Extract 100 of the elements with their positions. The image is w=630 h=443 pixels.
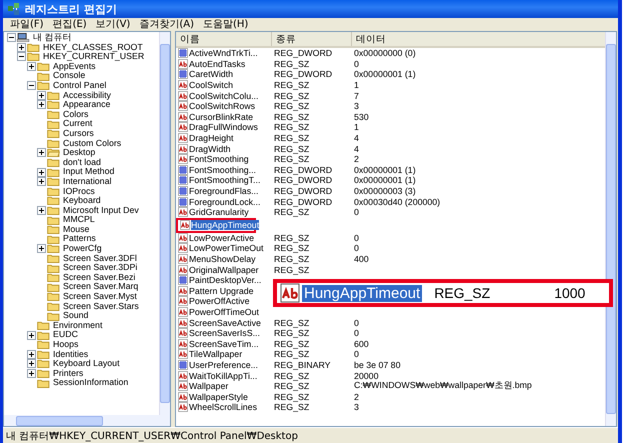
tree-item[interactable]: Desktop xyxy=(63,148,96,158)
tree-item[interactable]: International xyxy=(63,176,112,186)
column-header[interactable]: 종류 xyxy=(272,32,352,46)
value-name[interactable]: MenuShowDelay xyxy=(189,254,256,264)
tree-item[interactable]: Screen Saver.3DPi xyxy=(63,263,138,273)
value-name[interactable]: AutoEndTasks xyxy=(189,58,246,69)
tree-item[interactable]: Custom Colors xyxy=(63,138,122,148)
collapse-icon[interactable] xyxy=(17,52,26,62)
horizontal-scrollbar[interactable] xyxy=(4,415,170,426)
value-name[interactable]: Pattern Upgrade xyxy=(189,286,254,296)
tree-item[interactable]: Keyboard xyxy=(63,196,101,206)
value-name[interactable]: TileWallpaper xyxy=(189,349,242,360)
value-name[interactable]: PaintDesktopVer... xyxy=(189,275,262,286)
expand-icon[interactable] xyxy=(37,100,46,110)
tree-item[interactable]: Screen Saver.Stars xyxy=(63,302,139,312)
menu-item[interactable]: 편집(E) xyxy=(50,17,90,31)
tree-item[interactable]: EUDC xyxy=(53,330,78,340)
value-name[interactable]: ForegroundLock... xyxy=(189,196,260,207)
tree-item[interactable]: Appearance xyxy=(63,100,110,110)
value-name[interactable]: DragWidth xyxy=(189,144,231,154)
tree-item[interactable]: Microsoft Input Dev xyxy=(63,206,139,216)
value-name[interactable]: Wallpaper xyxy=(189,381,228,392)
tree-item[interactable]: Hoops xyxy=(53,340,78,350)
string-value-icon xyxy=(178,58,188,69)
tree-item[interactable]: Screen Saver.Bezi xyxy=(63,272,136,282)
value-name[interactable]: LowPowerActive xyxy=(189,232,254,243)
tree-item[interactable]: Printers xyxy=(53,368,84,378)
collapse-icon[interactable] xyxy=(7,33,16,42)
tree-item[interactable]: Screen Saver.Myst xyxy=(63,292,137,302)
tree-item[interactable]: Identities xyxy=(53,350,88,360)
tree-item[interactable]: Screen Saver.Marq xyxy=(63,282,138,292)
value-name[interactable]: CaretWidth xyxy=(189,69,233,80)
expand-icon[interactable] xyxy=(27,330,36,340)
value-name[interactable]: FontSmoothingT... xyxy=(189,175,260,186)
value-name[interactable]: PowerOffActive xyxy=(189,296,250,306)
tree-item[interactable]: Control Panel xyxy=(53,80,106,91)
value-name[interactable]: LowPowerTimeOut xyxy=(189,243,264,254)
collapse-icon[interactable] xyxy=(27,81,36,90)
value-type: REG_SZ xyxy=(274,328,310,338)
expand-icon[interactable] xyxy=(37,148,46,158)
menu-item[interactable]: 보기(V) xyxy=(92,17,134,31)
expand-icon[interactable] xyxy=(27,369,36,378)
expand-icon[interactable] xyxy=(27,62,36,72)
menu-item[interactable]: 즐겨찾기(A) xyxy=(136,17,197,31)
tree-item[interactable]: Accessibility xyxy=(63,90,111,100)
tree-item[interactable]: IOProcs xyxy=(63,186,95,196)
expand-icon[interactable] xyxy=(17,42,26,52)
value-name[interactable]: WaitToKillAppTi... xyxy=(189,370,258,381)
value-name[interactable]: FontSmoothing... xyxy=(189,164,256,175)
column-header[interactable]: 이름 xyxy=(176,32,272,46)
tree-item[interactable]: Keyboard Layout xyxy=(53,359,120,369)
value-name[interactable]: UserPreference... xyxy=(189,360,258,370)
expand-icon[interactable] xyxy=(37,90,46,100)
value-name[interactable]: DragHeight xyxy=(189,133,234,144)
value-name[interactable]: CursorBlinkRate xyxy=(189,112,254,122)
tree-item[interactable]: Screen Saver.3DFl xyxy=(63,254,137,264)
tree-item[interactable]: Colors xyxy=(63,110,88,120)
value-name[interactable]: CoolSwitchColu... xyxy=(189,90,258,101)
value-name[interactable]: WallpaperStyle xyxy=(189,392,248,402)
tree-item[interactable]: Console xyxy=(53,71,86,81)
tree-item[interactable]: Patterns xyxy=(63,234,96,244)
tree-item[interactable]: 내 컴퓨터 xyxy=(33,33,72,43)
tree-item[interactable]: Cursors xyxy=(63,128,94,139)
expand-icon[interactable] xyxy=(27,350,36,359)
value-name[interactable]: CoolSwitch xyxy=(189,80,234,90)
menu-item[interactable]: 도움말(H) xyxy=(200,17,252,31)
menu-item[interactable]: 파일(F) xyxy=(7,17,47,31)
tree-item[interactable]: don't load xyxy=(63,158,101,168)
expand-icon[interactable] xyxy=(27,359,36,368)
string-value-icon xyxy=(178,381,188,392)
tree-item[interactable]: MMCPL xyxy=(63,215,95,225)
value-name[interactable]: PowerOffTimeOut xyxy=(189,306,259,317)
value-name[interactable]: ActiveWndTrkTi... xyxy=(189,48,258,58)
tree-item[interactable]: Mouse xyxy=(63,224,90,234)
tree-item[interactable]: HKEY_CURRENT_USER xyxy=(43,52,144,62)
tree-item[interactable]: Current xyxy=(63,119,92,129)
expand-icon[interactable] xyxy=(37,206,46,215)
vertical-scrollbar[interactable] xyxy=(159,32,170,415)
expand-icon[interactable] xyxy=(37,244,46,254)
value-name[interactable]: ScreenSaveActive xyxy=(189,318,261,328)
tree-item[interactable]: SessionInformation xyxy=(53,378,128,388)
value-name[interactable]: OriginalWallpaper xyxy=(189,264,259,275)
value-name[interactable]: ScreenSaveTim... xyxy=(189,338,259,349)
tree-item[interactable]: AppEvents xyxy=(53,62,96,72)
expand-icon[interactable] xyxy=(37,177,46,186)
value-name[interactable]: GridGranularity xyxy=(189,207,249,218)
tree-item[interactable]: PowerCfg xyxy=(63,244,102,254)
tree-item[interactable]: Sound xyxy=(63,311,88,321)
value-name[interactable]: DragFullWindows xyxy=(189,122,258,132)
tree-item[interactable]: HKEY_CLASSES_ROOT xyxy=(43,42,143,52)
vertical-scrollbar[interactable] xyxy=(605,32,616,426)
value-name[interactable]: FontSmoothing xyxy=(189,154,249,164)
value-name[interactable]: HungAppTimeout xyxy=(191,220,260,230)
tree-item[interactable]: Environment xyxy=(53,320,102,330)
value-name[interactable]: WheelScrollLines xyxy=(189,402,257,412)
value-name[interactable]: ScreenSaverIsS... xyxy=(189,328,260,338)
tree-item[interactable]: Input Method xyxy=(63,167,114,177)
value-name[interactable]: CoolSwitchRows xyxy=(189,101,255,112)
value-name[interactable]: ForegroundFlas... xyxy=(189,186,258,196)
expand-icon[interactable] xyxy=(37,168,46,177)
